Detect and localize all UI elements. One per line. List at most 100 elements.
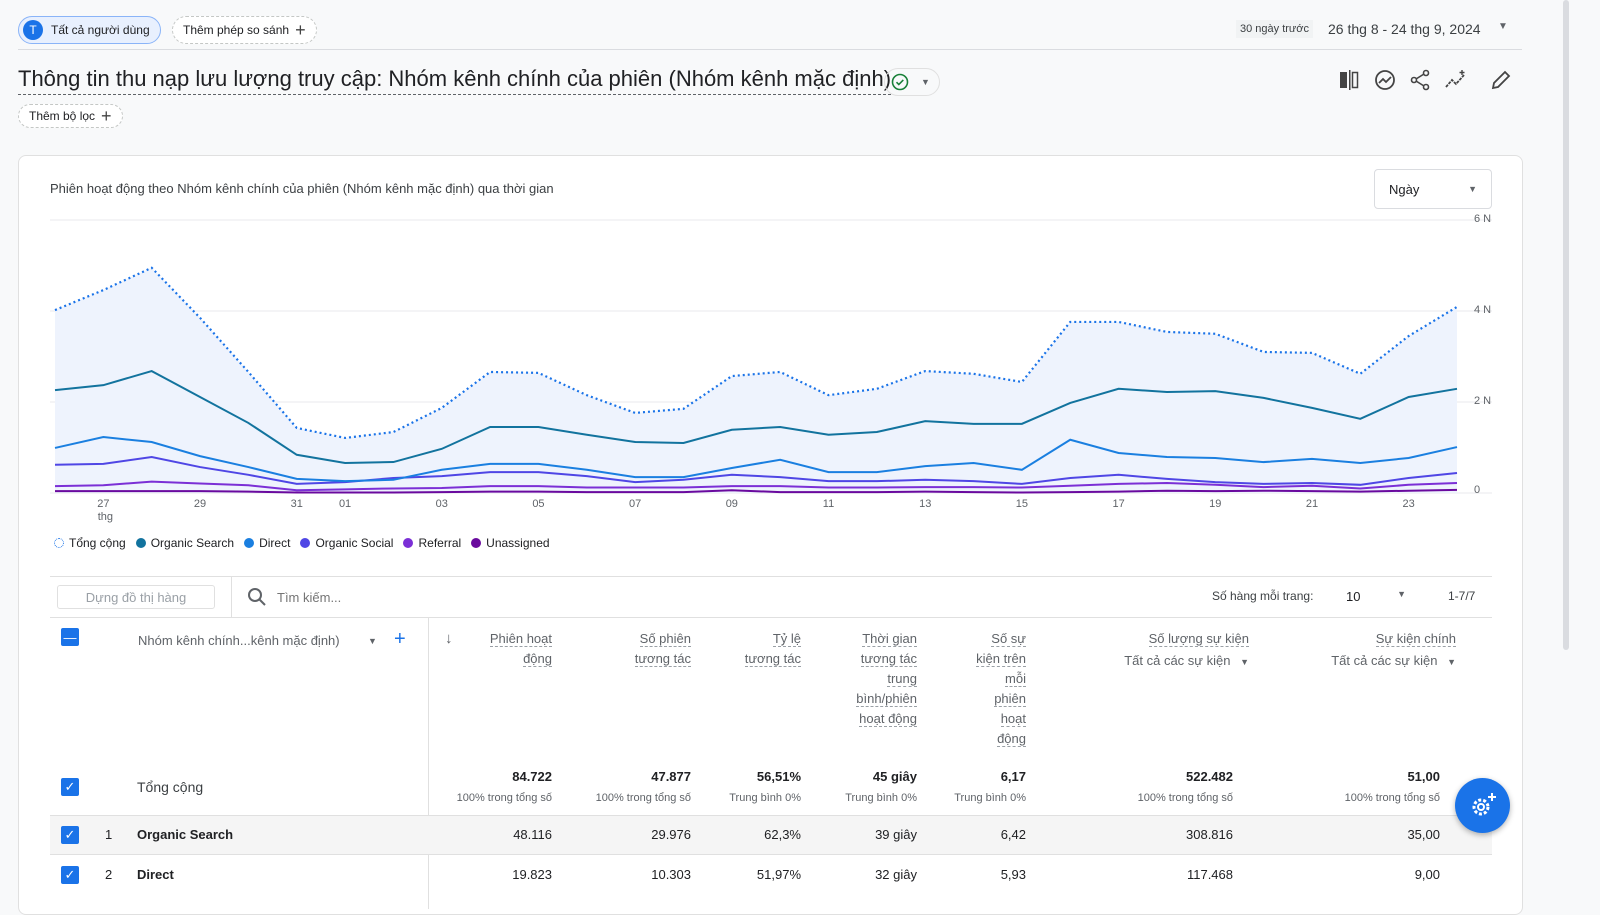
rows-per-page-select[interactable]: 10 ▼ — [1346, 589, 1406, 604]
legend-item[interactable]: Organic Search — [135, 536, 234, 550]
legend-dot-icon — [300, 538, 311, 548]
total-area — [55, 267, 1457, 493]
scrollbar[interactable] — [1563, 0, 1569, 650]
legend-item[interactable]: Direct — [244, 536, 290, 550]
column-header-line: mỗi — [1005, 671, 1026, 687]
x-tick-label: 03 — [435, 498, 448, 510]
column-header-line: Tỷ lệ — [772, 631, 801, 647]
search-input[interactable] — [277, 586, 677, 608]
row-rank: 1 — [105, 827, 113, 842]
column-header-line: tương tác — [744, 651, 801, 667]
pagination-range: 1-7/7 — [1448, 589, 1476, 603]
legend-item[interactable]: Organic Social — [300, 536, 393, 550]
dimension-dropdown-icon[interactable]: ▼ — [368, 636, 377, 646]
column-header-line: Số phiên — [639, 631, 691, 647]
row-checkbox[interactable]: ✓ — [61, 826, 79, 844]
x-tick-label: 11 — [822, 498, 835, 510]
row-value: 48.116 — [513, 827, 552, 842]
column-header-line: kiện trên — [976, 651, 1026, 667]
event-filter-select[interactable]: Tất cả các sự kiện ▼ — [1331, 651, 1456, 672]
total-value: 84.722 — [512, 769, 552, 784]
row-channel-name[interactable]: Organic Search — [137, 827, 233, 842]
total-subtext: 100% trong tổng số — [1344, 792, 1440, 804]
rows-per-page-label: Số hàng mỗi trang: — [1212, 589, 1314, 603]
legend-dot-icon — [244, 538, 255, 548]
column-header-line: tương tác — [860, 651, 917, 667]
column-header-line: Sự kiện chính — [1375, 631, 1456, 647]
row-checkbox[interactable]: ✓ — [61, 866, 79, 884]
total-subtext: Trung bình 0% — [729, 792, 801, 804]
column-header-line: động — [523, 651, 552, 667]
legend-item[interactable]: Referral — [403, 536, 461, 550]
legend-label: Direct — [259, 536, 291, 550]
column-header[interactable]: Tỷ lệ tương tác — [744, 629, 801, 669]
chevron-down-icon: ▼ — [1397, 589, 1406, 599]
event-filter-value: Tất cả các sự kiện — [1331, 653, 1438, 668]
column-header-line: bình/phiên — [856, 691, 917, 707]
legend-dot-icon — [471, 538, 482, 548]
chart-legend: Tổng cộng Organic Search Direct Organic Soc… — [54, 536, 550, 550]
x-tick-label: 27 — [97, 498, 110, 510]
row-value: 6,42 — [1000, 827, 1026, 842]
total-value: 56,51% — [756, 769, 801, 784]
column-header[interactable]: Số sự kiện trên mỗi phiên hoạt động — [976, 629, 1026, 749]
legend-label: Tổng cộng — [69, 536, 126, 550]
x-tick-label: 05 — [532, 498, 545, 510]
x-tick-label: 31 — [290, 498, 303, 510]
row-rank: 2 — [105, 867, 113, 882]
column-header[interactable]: Số lượng sự kiện Tất cả các sự kiện ▼ — [1124, 629, 1249, 672]
column-header-line: Số sự — [991, 631, 1026, 647]
legend-label: Referral — [418, 536, 462, 550]
y-tick-label: 0 — [1474, 484, 1481, 496]
total-checkbox[interactable]: ✓ — [61, 778, 79, 796]
select-all-checkbox[interactable]: — — [61, 628, 79, 646]
legend-item[interactable]: Tổng cộng — [54, 536, 126, 550]
chevron-down-icon: ▼ — [1447, 657, 1456, 667]
column-header-line: Phiên hoạt — [489, 631, 552, 647]
column-header[interactable]: Phiên hoạt động — [489, 629, 552, 669]
column-header[interactable]: Số phiên tương tác — [634, 629, 691, 669]
row-value: 29.976 — [651, 827, 691, 842]
row-value: 62,3% — [764, 827, 801, 842]
row-value: 9,00 — [1414, 867, 1440, 882]
event-filter-select[interactable]: Tất cả các sự kiện ▼ — [1124, 651, 1249, 672]
total-subtext: Trung bình 0% — [954, 792, 1026, 804]
column-header[interactable]: Thời gian tương tác trung bình/phiên hoạt độ… — [856, 629, 917, 729]
row-value: 35,00 — [1407, 827, 1440, 842]
total-subtext: 100% trong tổng số — [595, 792, 691, 804]
column-header-line: Số lượng sự kiện — [1148, 631, 1249, 647]
column-header-line: tương tác — [634, 651, 691, 667]
search-icon — [248, 588, 266, 606]
total-subtext: Trung bình 0% — [845, 792, 917, 804]
x-tick-label: 23 — [1402, 498, 1415, 510]
legend-label: Organic Social — [315, 536, 394, 550]
x-tick-label: 01 — [338, 498, 352, 510]
legend-dot-icon — [54, 538, 64, 548]
sort-descending-arrow-icon[interactable]: ↓ — [445, 630, 453, 647]
column-header-line: phiên — [994, 691, 1026, 707]
settings-sparkle-fab[interactable] — [1455, 778, 1510, 833]
legend-label: Unassigned — [486, 536, 550, 550]
legend-item[interactable]: Unassigned — [471, 536, 550, 550]
total-subtext: 100% trong tổng số — [456, 792, 552, 804]
event-filter-value: Tất cả các sự kiện — [1124, 653, 1231, 668]
y-tick-label: 6 N — [1474, 213, 1492, 225]
legend-dot-icon — [403, 538, 414, 548]
column-header[interactable]: Sự kiện chính Tất cả các sự kiện ▼ — [1331, 629, 1456, 672]
row-channel-name[interactable]: Direct — [137, 867, 174, 882]
chevron-down-icon: ▼ — [1240, 657, 1249, 667]
divider — [231, 577, 232, 617]
column-header-line: hoạt — [1000, 711, 1026, 727]
total-value: 522.482 — [1186, 769, 1233, 784]
y-tick-label: 2 N — [1474, 395, 1492, 407]
column-header-line: Thời gian — [862, 631, 917, 647]
add-dimension-plus-icon[interactable]: + — [394, 628, 406, 651]
x-tick-label: 19 — [1209, 498, 1222, 510]
dimension-header[interactable]: Nhóm kênh chính...kênh mặc định) — [138, 633, 340, 648]
column-header-line: trung — [887, 671, 917, 687]
row-value: 308.816 — [1186, 827, 1233, 842]
total-value: 6,17 — [1000, 769, 1026, 784]
x-tick-label: 15 — [1015, 498, 1029, 510]
total-value: 45 giây — [872, 769, 917, 784]
build-row-chart-button[interactable]: Dựng đồ thị hàng — [57, 585, 215, 609]
